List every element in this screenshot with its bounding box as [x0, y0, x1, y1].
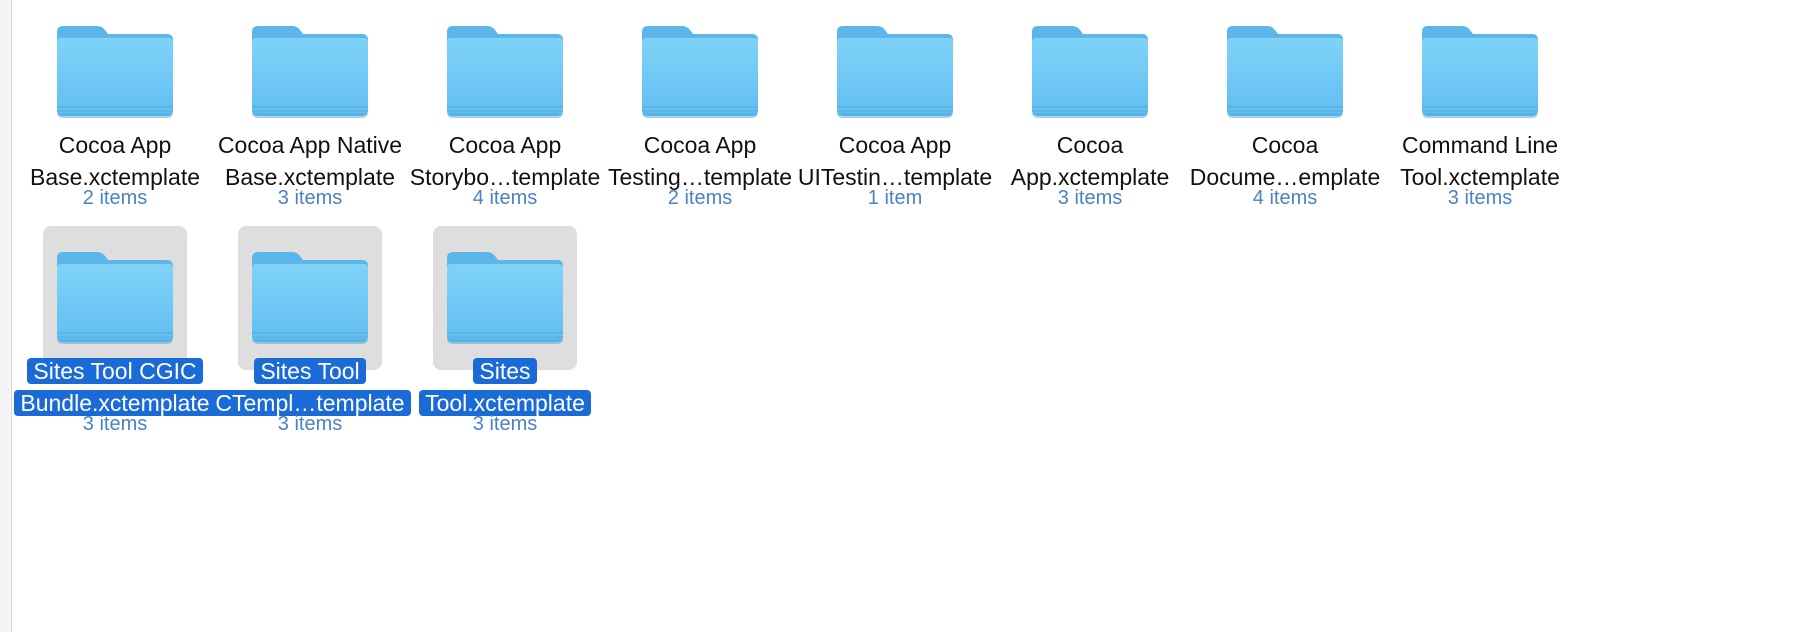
- folder-thumbnail[interactable]: [628, 0, 772, 144]
- folder-icon: [57, 252, 173, 344]
- folder-thumbnail[interactable]: [1213, 0, 1357, 144]
- folder-item-count: 2 items: [82, 187, 148, 209]
- folder-item-count: 3 items: [472, 413, 538, 435]
- folder-name-line-1: Sites Tool CGIC: [27, 358, 203, 384]
- folder-name-line-1: Cocoa App: [643, 132, 757, 158]
- folder-item-count: 3 items: [1447, 187, 1513, 209]
- folder-name[interactable]: Cocoa Docume…emplate: [1173, 129, 1397, 193]
- folder-thumbnail[interactable]: [238, 0, 382, 144]
- folder-thumbnail[interactable]: [1408, 0, 1552, 144]
- folder-thumbnail[interactable]: [433, 226, 577, 370]
- folder-grid: Cocoa App Base.xctemplate 2 items Cocoa …: [14, 0, 1802, 632]
- folder-name-line-1: Cocoa App Native: [217, 132, 403, 158]
- folder-item[interactable]: Sites Tool CTempl…template 3 items: [198, 226, 422, 481]
- folder-icon: [1227, 26, 1343, 118]
- folder-item-count: 3 items: [277, 413, 343, 435]
- folder-thumbnail[interactable]: [1018, 0, 1162, 144]
- folder-item[interactable]: Cocoa App Native Base.xctemplate 3 items: [198, 0, 422, 255]
- folder-name[interactable]: Sites Tool.xctemplate: [393, 355, 617, 419]
- finder-icon-view: Cocoa App Base.xctemplate 2 items Cocoa …: [0, 0, 1802, 632]
- folder-item-count: 3 items: [82, 413, 148, 435]
- folder-name-line-1: Cocoa App: [448, 132, 562, 158]
- folder-icon: [252, 26, 368, 118]
- folder-name[interactable]: Cocoa App Storybo…template: [393, 129, 617, 193]
- folder-item[interactable]: Cocoa App Base.xctemplate 2 items: [3, 0, 227, 255]
- folder-item-count: 3 items: [1057, 187, 1123, 209]
- folder-thumbnail[interactable]: [43, 226, 187, 370]
- folder-icon: [447, 252, 563, 344]
- folder-name-line-1: Cocoa App: [58, 132, 172, 158]
- folder-item[interactable]: Cocoa App UITestin…template 1 item: [783, 0, 1007, 255]
- folder-name[interactable]: Cocoa App Testing…template: [588, 129, 812, 193]
- folder-item-count: 2 items: [667, 187, 733, 209]
- folder-icon: [252, 252, 368, 344]
- folder-item[interactable]: Cocoa Docume…emplate 4 items: [1173, 0, 1397, 255]
- folder-item[interactable]: Cocoa App Storybo…template 4 items: [393, 0, 617, 255]
- folder-thumbnail[interactable]: [43, 0, 187, 144]
- folder-name[interactable]: Command Line Tool.xctemplate: [1368, 129, 1592, 193]
- folder-name-line-1: Sites Tool: [254, 358, 366, 384]
- folder-item[interactable]: Cocoa App Testing…template 2 items: [588, 0, 812, 255]
- folder-thumbnail[interactable]: [823, 0, 967, 144]
- folder-item-count: 3 items: [277, 187, 343, 209]
- folder-name[interactable]: Cocoa App.xctemplate: [978, 129, 1202, 193]
- folder-name[interactable]: Cocoa App Base.xctemplate: [3, 129, 227, 193]
- folder-name[interactable]: Cocoa App Native Base.xctemplate: [198, 129, 422, 193]
- folder-icon: [57, 26, 173, 118]
- folder-name[interactable]: Sites Tool CTempl…template: [198, 355, 422, 419]
- folder-name-line-1: Cocoa: [1251, 132, 1319, 158]
- folder-item-count: 1 item: [867, 187, 923, 209]
- folder-item[interactable]: Cocoa App.xctemplate 3 items: [978, 0, 1202, 255]
- folder-item[interactable]: Sites Tool CGIC Bundle.xctemplate 3 item…: [3, 226, 227, 481]
- folder-thumbnail[interactable]: [433, 0, 577, 144]
- folder-item-count: 4 items: [472, 187, 538, 209]
- folder-name-line-1: Cocoa: [1056, 132, 1124, 158]
- folder-item[interactable]: Command Line Tool.xctemplate 3 items: [1368, 0, 1592, 255]
- folder-name-line-1: Sites: [473, 358, 537, 384]
- folder-name[interactable]: Sites Tool CGIC Bundle.xctemplate: [3, 355, 227, 419]
- folder-name[interactable]: Cocoa App UITestin…template: [783, 129, 1007, 193]
- folder-name-line-1: Cocoa App: [838, 132, 952, 158]
- folder-icon: [837, 26, 953, 118]
- folder-name-line-1: Command Line: [1402, 132, 1558, 158]
- folder-icon: [1032, 26, 1148, 118]
- folder-thumbnail[interactable]: [238, 226, 382, 370]
- folder-icon: [642, 26, 758, 118]
- folder-icon: [447, 26, 563, 118]
- folder-icon: [1422, 26, 1538, 118]
- folder-item-count: 4 items: [1252, 187, 1318, 209]
- folder-item[interactable]: Sites Tool.xctemplate 3 items: [393, 226, 617, 481]
